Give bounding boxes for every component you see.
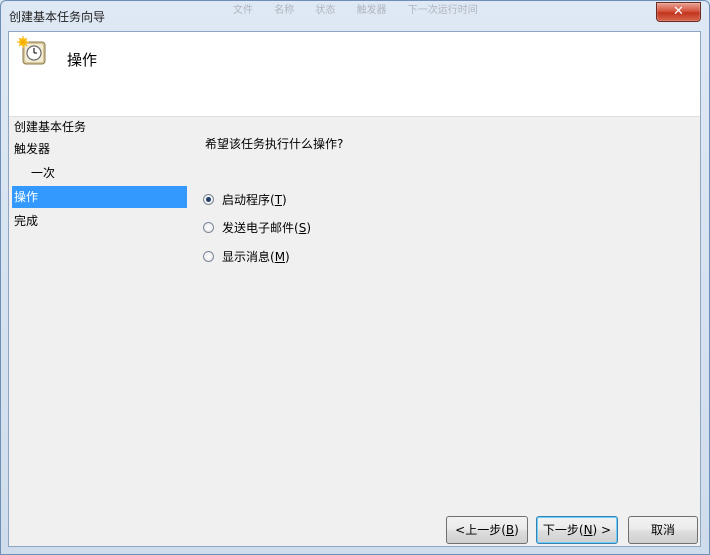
- nav-item-once[interactable]: 一次: [31, 162, 186, 184]
- label-suffix: ): [285, 250, 290, 264]
- label-text: 启动程序(: [222, 193, 275, 207]
- label-text: 显示消息(: [222, 250, 275, 264]
- next-button[interactable]: 下一步(N) >: [536, 516, 618, 544]
- action-question: 希望该任务执行什么操作?: [205, 137, 344, 151]
- nav-item-label: 操作: [14, 190, 39, 204]
- mnemonic-key: M: [274, 250, 286, 264]
- radio-label[interactable]: 显示消息(M): [222, 248, 290, 266]
- ghost-text: 下一次运行时间: [407, 5, 478, 16]
- label-text: 发送电子邮件(: [222, 221, 299, 235]
- ghost-text: 触发器: [356, 5, 387, 16]
- page-title: 操作: [67, 51, 98, 69]
- radio-button-icon[interactable]: [203, 222, 214, 233]
- nav-item-create-basic-task[interactable]: 创建基本任务: [14, 116, 186, 138]
- wizard-client-area: 操作 创建基本任务 触发器 一次 操作 完成 希望该任务执行什么操作? 启动程序…: [8, 31, 701, 547]
- ghost-text: 文件: [233, 5, 253, 16]
- nav-item-label: 创建基本任务: [14, 120, 87, 134]
- cancel-button[interactable]: 取消: [628, 516, 698, 544]
- ghost-text: 状态: [315, 5, 336, 16]
- button-text: 下一步(: [542, 523, 584, 537]
- radio-button-checked-icon[interactable]: [203, 194, 214, 205]
- button-text: <上一步(: [455, 523, 506, 537]
- close-icon: ✕: [673, 4, 684, 19]
- page-header: 操作: [9, 32, 700, 117]
- label-suffix: ): [306, 221, 311, 235]
- background-window-ghost: 文件 名称 状态 触发器 下一次运行时间: [233, 1, 573, 25]
- nav-item-label: 完成: [14, 214, 39, 228]
- label-suffix: ): [282, 193, 287, 207]
- radio-label[interactable]: 启动程序(T): [222, 191, 287, 209]
- mnemonic-key: T: [274, 193, 283, 207]
- nav-item-trigger[interactable]: 触发器: [14, 138, 186, 160]
- task-clock-icon: [17, 36, 46, 65]
- wizard-window: 创建基本任务向导 文件 名称 状态 触发器 下一次运行时间 ✕ 操作 创建基本任…: [0, 0, 710, 555]
- back-button[interactable]: <上一步(B): [446, 516, 528, 544]
- title-bar[interactable]: 创建基本任务向导 文件 名称 状态 触发器 下一次运行时间 ✕: [1, 1, 709, 31]
- window-title: 创建基本任务向导: [9, 10, 106, 24]
- button-text: 取消: [650, 523, 675, 537]
- button-text: ) >: [592, 523, 612, 537]
- radio-button-icon[interactable]: [203, 251, 214, 262]
- mnemonic-key: N: [583, 523, 593, 537]
- close-button[interactable]: ✕: [656, 2, 701, 22]
- nav-item-finish[interactable]: 完成: [14, 210, 186, 232]
- radio-label[interactable]: 发送电子邮件(S): [222, 219, 311, 237]
- mnemonic-key: B: [505, 523, 515, 537]
- button-text: ): [514, 523, 519, 537]
- nav-item-action[interactable]: 操作: [12, 186, 187, 208]
- ghost-text: 名称: [274, 5, 295, 16]
- nav-item-label: 一次: [31, 166, 56, 180]
- nav-item-label: 触发器: [14, 142, 51, 156]
